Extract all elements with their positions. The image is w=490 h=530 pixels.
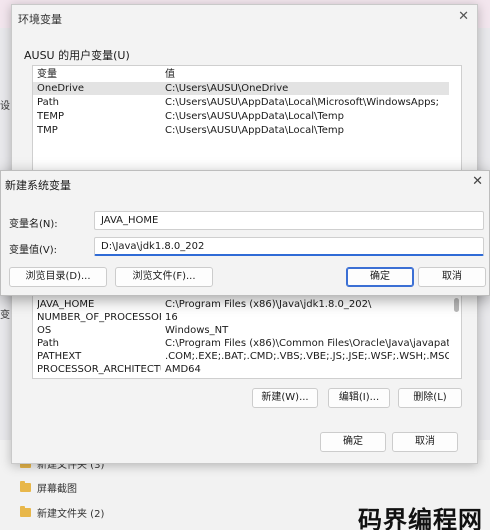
close-icon[interactable]: ✕ bbox=[472, 174, 483, 189]
cancel-button[interactable]: 取消 bbox=[418, 267, 486, 287]
ok-button[interactable]: 确定 bbox=[320, 432, 386, 452]
system-variables-list[interactable]: JAVA_HOME C:\Program Files (x86)\Java\jd… bbox=[32, 295, 462, 379]
variable-value: Windows_NT bbox=[165, 325, 229, 336]
dialog-title: 环境变量 bbox=[18, 13, 62, 26]
list-item[interactable]: OneDrive C:\Users\AUSU\OneDrive bbox=[33, 82, 449, 95]
variable-name: OS bbox=[37, 325, 52, 336]
column-header-value[interactable]: 值 bbox=[165, 68, 449, 81]
variable-value: C:\Program Files (x86)\Java\jdk1.8.0_202… bbox=[165, 299, 372, 310]
close-icon[interactable]: ✕ bbox=[458, 9, 469, 24]
explorer-folder-item[interactable]: 新建文件夹 (2) bbox=[20, 505, 104, 520]
new-button[interactable]: 新建(W)... bbox=[252, 388, 318, 408]
cancel-button[interactable]: 取消 bbox=[392, 432, 458, 452]
list-item[interactable]: PATHEXT .COM;.EXE;.BAT;.CMD;.VBS;.VBE;.J… bbox=[33, 350, 449, 363]
list-item[interactable]: TEMP C:\Users\AUSU\AppData\Local\Temp bbox=[33, 110, 449, 123]
variable-value: .COM;.EXE;.BAT;.CMD;.VBS;.VBE;.JS;.JSE;.… bbox=[165, 351, 449, 362]
dialog-title: 新建系统变量 bbox=[5, 179, 71, 192]
browse-file-button[interactable]: 浏览文件(F)... bbox=[115, 267, 213, 287]
list-item[interactable]: Path C:\Program Files (x86)\Common Files… bbox=[33, 337, 449, 350]
variable-name: NUMBER_OF_PROCESSORS bbox=[37, 312, 161, 323]
list-item[interactable]: Path C:\Users\AUSU\AppData\Local\Microso… bbox=[33, 96, 449, 109]
folder-icon bbox=[20, 506, 31, 517]
variable-value: C:\Program Files (x86)\Common Files\Orac… bbox=[165, 338, 449, 349]
variable-name: Path bbox=[37, 97, 59, 108]
variable-name: TMP bbox=[37, 125, 58, 136]
variable-value: AMD64 bbox=[165, 364, 201, 375]
variable-value: C:\Users\AUSU\AppData\Local\Microsoft\Wi… bbox=[165, 97, 439, 108]
background-settings-label: 设 bbox=[0, 101, 10, 112]
explorer-folder-item[interactable]: 屏幕截图 bbox=[20, 480, 77, 495]
variable-value: C:\Users\AUSU\AppData\Local\Temp bbox=[165, 125, 345, 136]
list-item[interactable]: JAVA_HOME C:\Program Files (x86)\Java\jd… bbox=[33, 298, 449, 311]
delete-button[interactable]: 删除(L) bbox=[398, 388, 462, 408]
ok-button[interactable]: 确定 bbox=[346, 267, 414, 287]
list-item[interactable]: PROCESSOR_ARCHITECTU... AMD64 bbox=[33, 363, 449, 376]
user-variables-list[interactable]: 变量 值 OneDrive C:\Users\AUSU\OneDrive Pat… bbox=[32, 65, 462, 177]
browse-directory-button[interactable]: 浏览目录(D)... bbox=[9, 267, 107, 287]
background-variable-label: 变 bbox=[0, 310, 10, 321]
variable-name: JAVA_HOME bbox=[37, 299, 95, 310]
user-variables-label: AUSU 的用户变量(U) bbox=[24, 49, 130, 62]
list-item[interactable]: NUMBER_OF_PROCESSORS 16 bbox=[33, 311, 449, 324]
folder-icon bbox=[20, 481, 31, 492]
folder-label: 屏幕截图 bbox=[37, 484, 77, 495]
variable-name: OneDrive bbox=[37, 83, 85, 94]
folder-label: 新建文件夹 (2) bbox=[37, 509, 105, 520]
variable-value-input[interactable]: D:\Java\jdk1.8.0_202 bbox=[94, 237, 484, 256]
column-header-variable[interactable]: 变量 bbox=[37, 68, 161, 81]
variable-value-label: 变量值(V): bbox=[9, 245, 58, 256]
list-item[interactable]: TMP C:\Users\AUSU\AppData\Local\Temp bbox=[33, 124, 449, 137]
list-header: 变量 值 bbox=[33, 68, 449, 81]
edit-button[interactable]: 编辑(I)... bbox=[328, 388, 390, 408]
watermark: 码界编程网 bbox=[358, 506, 483, 530]
new-system-variable-dialog: 新建系统变量 ✕ 变量名(N): JAVA_HOME 变量值(V): D:\Ja… bbox=[0, 170, 490, 296]
variable-name-input[interactable]: JAVA_HOME bbox=[94, 211, 484, 230]
variable-value: 16 bbox=[165, 312, 178, 323]
variable-name: PROCESSOR_ARCHITECTU... bbox=[37, 364, 161, 375]
list-item[interactable]: OS Windows_NT bbox=[33, 324, 449, 337]
variable-value: C:\Users\AUSU\AppData\Local\Temp bbox=[165, 111, 345, 122]
variable-name: TEMP bbox=[37, 111, 65, 122]
variable-value: C:\Users\AUSU\OneDrive bbox=[165, 83, 289, 94]
variable-name: PATHEXT bbox=[37, 351, 82, 362]
scrollbar[interactable] bbox=[454, 298, 459, 312]
variable-name-label: 变量名(N): bbox=[9, 219, 58, 230]
variable-name: Path bbox=[37, 338, 59, 349]
